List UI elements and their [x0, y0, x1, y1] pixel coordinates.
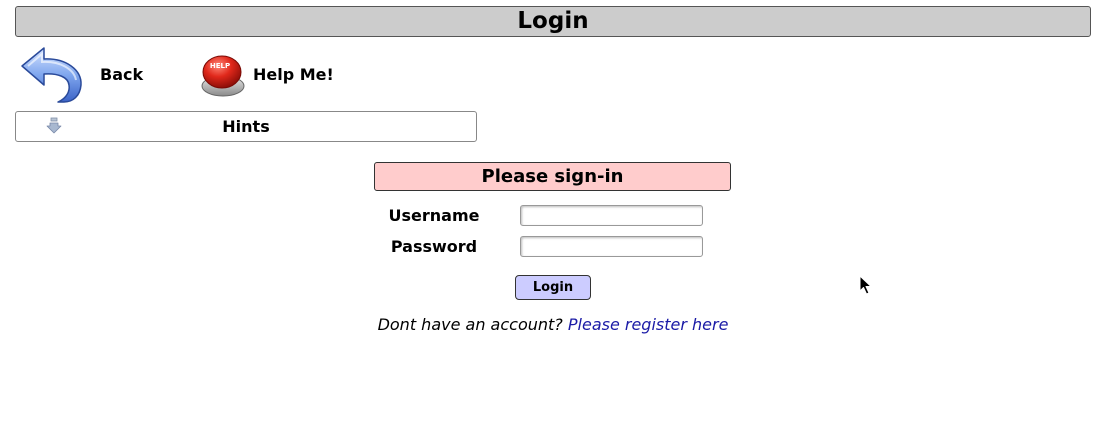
back-arrow-icon — [21, 47, 82, 103]
login-page: Login Back HELP Help Me! Hints Please si… — [0, 0, 1116, 434]
back-label: Back — [100, 64, 144, 84]
help-icon-text: HELP — [210, 62, 230, 70]
register-link[interactable]: Please register here — [568, 315, 729, 334]
register-prompt-text: Dont have an account? — [377, 315, 563, 334]
password-label: Password — [390, 237, 478, 256]
mouse-cursor-icon — [859, 275, 872, 295]
username-label: Username — [388, 206, 480, 225]
help-me-label: Help Me! — [253, 64, 334, 84]
login-button[interactable]: Login — [515, 275, 591, 300]
hints-toggle[interactable]: Hints — [15, 111, 477, 142]
help-button-icon: HELP — [201, 55, 245, 97]
register-prompt: Dont have an account? Please register he… — [0, 315, 1106, 334]
help-me-button[interactable]: HELP Help Me! — [200, 50, 334, 98]
password-field[interactable] — [520, 236, 703, 257]
page-title: Login — [15, 6, 1091, 37]
hints-label: Hints — [222, 117, 270, 136]
username-field[interactable] — [520, 205, 703, 226]
signin-heading: Please sign-in — [374, 162, 731, 191]
back-button[interactable]: Back — [18, 44, 143, 104]
